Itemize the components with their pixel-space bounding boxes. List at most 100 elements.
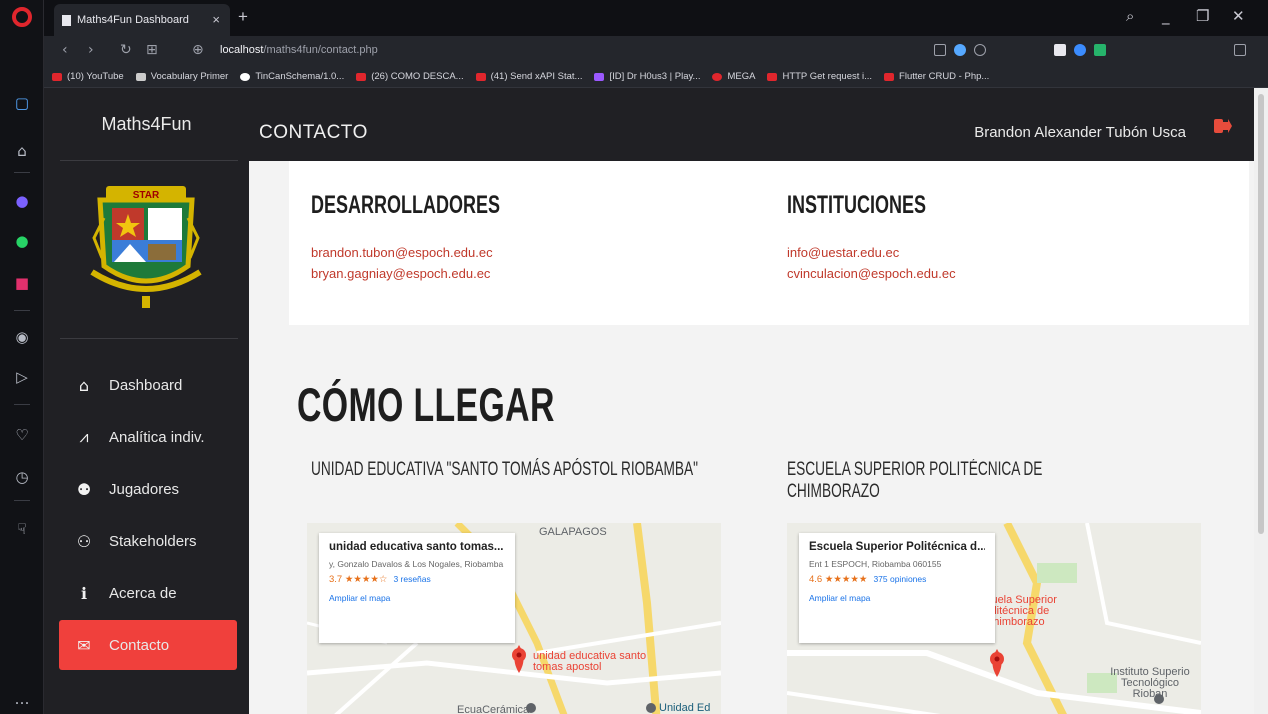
youtube-icon [356,72,367,81]
sidebar-divider [14,500,30,501]
place-address: Ent 1 ESPOCH, Riobamba 060155 [809,559,942,569]
users-icon: ⚉ [76,479,92,499]
enlarge-map-link[interactable]: Ampliar el mapa [809,593,985,603]
whatsapp-icon[interactable]: ● [11,230,33,252]
youtube-icon [767,72,778,81]
bookmark-label: [ID] Dr H0us3 | Play... [609,71,701,82]
snapshot-icon[interactable] [934,44,946,56]
user-name[interactable]: Brandon Alexander Tubón Usca [974,124,1186,141]
sidebar-divider [60,338,238,339]
bookmark-item[interactable]: (26) COMO DESCA... [356,71,464,82]
brand-name[interactable]: Maths4Fun [44,88,249,160]
developer-email[interactable]: brandon.tubon@espoch.edu.ec [311,245,493,260]
bookmark-item[interactable]: (10) YouTube [52,71,124,82]
scrollbar-thumb[interactable] [1258,94,1264,534]
sidebar-divider [14,310,30,311]
university-location-title: ESCUELA SUPERIOR POLITÉCNICA DE CHIMBORA… [787,459,1043,502]
sidebar-item-contacto[interactable]: ✉ Contacto [59,620,237,670]
bookmark-item[interactable]: Vocabulary Primer [135,71,229,82]
extensions-icon[interactable]: ☟ [11,518,33,540]
sidebar-item-stakeholders[interactable]: ⚇ Stakeholders [59,516,237,566]
heart-icon[interactable]: ♡ [11,424,33,446]
more-icon[interactable]: … [11,688,33,710]
send-icon[interactable]: ▷ [11,366,33,388]
map-label-instituto: Instituto Superio Tecnológico Rioban [1110,666,1190,700]
institution-email[interactable]: cvinculacion@espoch.edu.ec [787,266,956,281]
home-icon: ⌂ [78,375,90,395]
workspace-icon[interactable]: ▢ [11,92,33,114]
opera-logo-icon[interactable] [12,7,32,27]
instagram-icon[interactable]: ■ [11,272,33,294]
tab-close-icon[interactable]: × [212,12,220,27]
sidebar-item-analitica[interactable]: ⩘ Analítica indiv. [59,412,237,462]
sidebar-item-dashboard[interactable]: ⌂ Dashboard [59,360,237,410]
sidebar-item-jugadores[interactable]: ⚉ Jugadores [59,464,237,514]
vpn-icon[interactable] [954,44,966,56]
url-path: /maths4fun/contact.php [263,44,378,56]
sidebar-item-label: Jugadores [109,480,180,498]
map-label-unidad: Unidad Ed [659,702,711,714]
home-icon[interactable]: ⌂ [11,140,33,162]
app-header: CONTACTO Brandon Alexander Tubón Usca [249,88,1254,161]
close-icon[interactable]: ✕ [1232,7,1245,25]
player-icon[interactable]: ◉ [11,326,33,348]
messenger-icon[interactable]: ● [11,190,33,212]
bookmark-item[interactable]: MEGA [712,71,755,82]
contact-card [289,161,1249,325]
minimize-icon[interactable]: _ [1162,7,1170,25]
reviews-link[interactable]: 375 opiniones [873,574,926,584]
forward-icon[interactable]: › [88,42,94,58]
main-content: DESARROLLADORES brandon.tubon@espoch.edu… [249,161,1254,714]
opera-sidebar: ▢ ⌂ ● ● ■ ◉ ▷ ♡ ◷ ☟ … [0,0,44,714]
university-map[interactable]: Escuela Superior Politécnica de Chimbora… [787,523,1201,714]
bookmark-icon [135,72,146,81]
bookmark-item[interactable]: [ID] Dr H0us3 | Play... [594,71,700,82]
browser-tab[interactable]: Maths4Fun Dashboard × [54,4,230,36]
speed-dial-icon[interactable]: ⊞ [146,42,158,58]
bookmark-icon [52,72,62,81]
logout-icon[interactable] [1214,118,1232,134]
school-map[interactable]: GALAPAGOS unidad educativa santo tomas a… [307,523,721,714]
sidebar-item-label: Acerca de [109,584,177,602]
bookmarks-bar: (10) YouTube Vocabulary Primer TinCanSch… [44,66,1268,88]
history-icon[interactable]: ◷ [11,466,33,488]
place-name: Escuela Superior Politécnica d... [809,541,985,553]
institutions-heading: INSTITUCIONES [787,191,927,219]
extension-doc-icon[interactable] [1054,44,1066,56]
institution-email[interactable]: info@uestar.edu.ec [787,245,899,260]
bookmark-label: MEGA [727,71,756,82]
sidebar-item-acerca-de[interactable]: ℹ Acerca de [59,568,237,618]
directions-heading: CÓMO LLEGAR [297,378,555,431]
reviews-link[interactable]: 3 reseñas [393,574,430,584]
map-label-galapagos: GALAPAGOS [539,526,607,538]
new-tab-button[interactable]: + [238,7,248,27]
user-friends-icon: ⚇ [76,531,92,551]
extension-green-icon[interactable] [1094,44,1106,56]
menu-icon[interactable] [1234,44,1246,56]
bookmark-item[interactable]: (41) Send xAPI Stat... [475,71,583,82]
back-icon[interactable]: ‹ [62,42,68,58]
bookmark-item[interactable]: Flutter CRUD - Php... [884,71,989,82]
extension-blue-icon[interactable] [1074,44,1086,56]
crest-text: STAR [133,190,160,201]
info-icon: ℹ [80,583,88,603]
bookmark-label: (41) Send xAPI Stat... [490,71,583,82]
bookmark-label: Vocabulary Primer [150,71,229,82]
site-info-icon[interactable]: ⊕ [192,42,204,58]
developer-email[interactable]: bryan.gagniay@espoch.edu.ec [311,266,490,281]
rating-value: 4.6 ★★★★★ [809,574,868,585]
enlarge-map-link[interactable]: Ampliar el mapa [329,593,505,603]
bookmark-item[interactable]: HTTP Get request i... [767,71,872,82]
bookmark-label: HTTP Get request i... [782,71,873,82]
developers-heading: DESARROLLADORES [311,191,501,219]
url-host: localhost [220,44,264,56]
rating-value: 3.7 ★★★★☆ [329,574,388,585]
maximize-icon[interactable]: ❐ [1196,7,1209,25]
place-address: y, Gonzalo Davalos & Los Nogales, Riobam… [329,559,504,569]
url-field[interactable]: localhost/maths4fun/contact.php [220,44,378,56]
chart-line-icon: ⩘ [79,427,89,446]
search-icon[interactable]: ⌕ [1126,7,1134,25]
reload-icon[interactable]: ↻ [120,42,132,58]
play-icon[interactable] [974,44,986,56]
bookmark-item[interactable]: TinCanSchema/1.0... [240,71,344,82]
